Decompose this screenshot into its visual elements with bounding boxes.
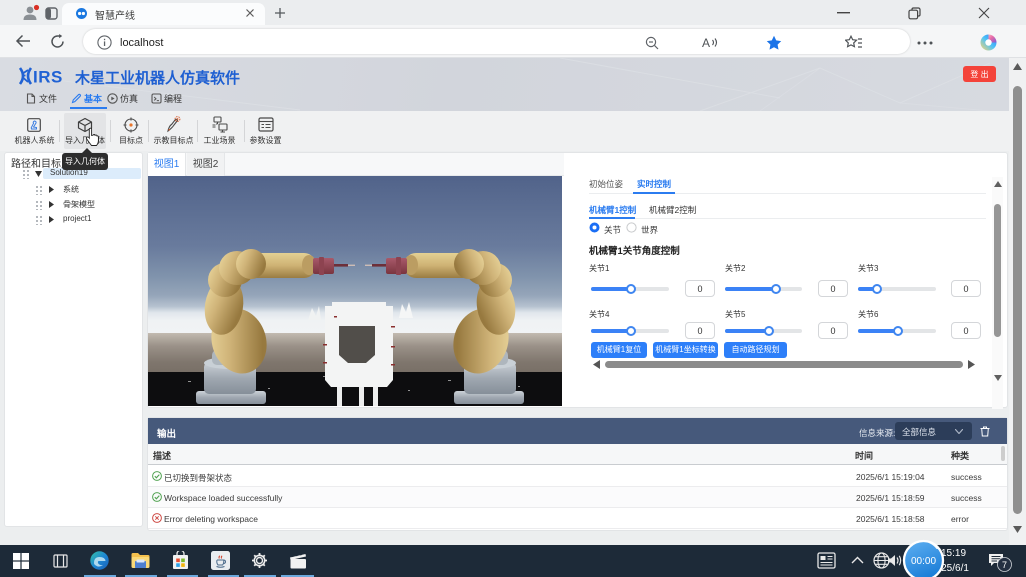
- svg-text:7: 7: [1002, 560, 1007, 570]
- svg-text:IRS: IRS: [33, 68, 63, 87]
- svg-text:00:00: 00:00: [911, 556, 936, 567]
- svg-text:A: A: [702, 36, 710, 50]
